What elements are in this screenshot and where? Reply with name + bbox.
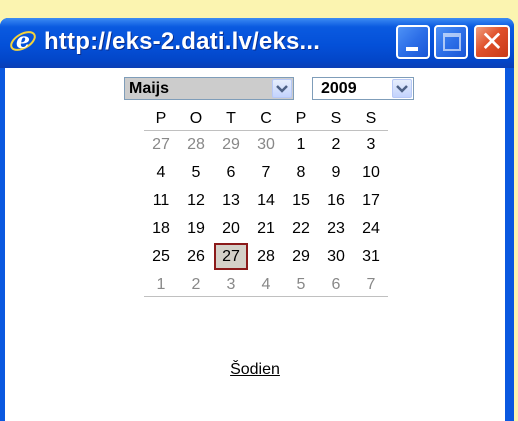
ie-logo-icon: e: [10, 28, 36, 54]
calendar-day[interactable]: 22: [284, 217, 318, 240]
calendar-week-row: 25 26 27 28 29 30 31: [144, 243, 388, 270]
calendar-day[interactable]: 24: [354, 217, 388, 240]
window-title: http://eks-2.dati.lv/eks...: [44, 28, 321, 55]
close-icon: ✕: [480, 25, 504, 58]
calendar-day[interactable]: 13: [214, 189, 248, 212]
calendar-day[interactable]: 26: [179, 245, 213, 268]
chevron-down-icon: [396, 85, 408, 93]
weekday-header: S: [365, 110, 377, 127]
weekday-header-row: P O T C P S S: [144, 107, 388, 130]
calendar-grid: P O T C P S S 27 28 29 30 1 2 3 4 5 6 7 8 9 10 11 12 13 1…: [144, 107, 388, 297]
calendar-day[interactable]: 30: [249, 133, 283, 156]
weekday-header: S: [330, 110, 342, 127]
month-dropdown-button[interactable]: [272, 79, 292, 98]
calendar-day[interactable]: 9: [319, 161, 353, 184]
weekday-header: P: [155, 110, 167, 127]
calendar-day[interactable]: 17: [354, 189, 388, 212]
footer-divider: [144, 296, 388, 297]
calendar-day[interactable]: 29: [214, 133, 248, 156]
calendar-day-today[interactable]: 27: [214, 243, 248, 270]
calendar-day[interactable]: 19: [179, 217, 213, 240]
calendar-day[interactable]: 28: [179, 133, 213, 156]
year-value: 2009: [321, 80, 357, 97]
year-select[interactable]: 2009: [312, 77, 414, 100]
header-divider: [144, 130, 388, 131]
calendar-day[interactable]: 7: [354, 273, 388, 296]
calendar-day[interactable]: 18: [144, 217, 178, 240]
calendar-day[interactable]: 4: [144, 161, 178, 184]
calendar-day[interactable]: 7: [249, 161, 283, 184]
weekday-header: O: [189, 110, 203, 127]
calendar-day[interactable]: 2: [179, 273, 213, 296]
minimize-button[interactable]: [396, 25, 430, 59]
year-dropdown-button[interactable]: [392, 79, 412, 98]
calendar-day[interactable]: 15: [284, 189, 318, 212]
month-value: Maijs: [129, 80, 170, 97]
calendar-day[interactable]: 6: [319, 273, 353, 296]
calendar-day[interactable]: 12: [179, 189, 213, 212]
weekday-header: T: [226, 110, 236, 127]
calendar-day[interactable]: 29: [284, 245, 318, 268]
calendar-week-row: 18 19 20 21 22 23 24: [144, 217, 388, 240]
calendar-week-row: 4 5 6 7 8 9 10: [144, 161, 388, 184]
calendar-day[interactable]: 1: [144, 273, 178, 296]
calendar-day[interactable]: 20: [214, 217, 248, 240]
calendar-day[interactable]: 30: [319, 245, 353, 268]
calendar-week-row: 27 28 29 30 1 2 3: [144, 133, 388, 156]
weekday-header: P: [295, 110, 307, 127]
calendar-day[interactable]: 27: [144, 133, 178, 156]
calendar-day[interactable]: 16: [319, 189, 353, 212]
close-button[interactable]: ✕: [474, 25, 510, 59]
calendar-day[interactable]: 5: [179, 161, 213, 184]
weekday-header: C: [260, 110, 272, 127]
calendar-day[interactable]: 14: [249, 189, 283, 212]
calendar-day[interactable]: 23: [319, 217, 353, 240]
calendar-day[interactable]: 21: [249, 217, 283, 240]
calendar-weeks: 27 28 29 30 1 2 3 4 5 6 7 8 9 10 11 12 13 14 15 16 17 18 19 20 2…: [144, 133, 388, 296]
calendar-day[interactable]: 31: [354, 245, 388, 268]
calendar-week-row: 1234567: [144, 273, 388, 296]
maximize-button[interactable]: [434, 25, 468, 59]
calendar-day[interactable]: 25: [144, 245, 178, 268]
today-link[interactable]: Šodien: [5, 361, 505, 379]
minimize-icon: [406, 47, 418, 51]
calendar-day[interactable]: 11: [144, 189, 178, 212]
calendar-week-row: 11 12 13 14 15 16 17: [144, 189, 388, 212]
title-bar[interactable]: e http://eks-2.dati.lv/eks... ✕: [0, 18, 514, 68]
calendar-day[interactable]: 1: [284, 133, 318, 156]
calendar-day[interactable]: 2: [319, 133, 353, 156]
calendar-day[interactable]: 3: [354, 133, 388, 156]
chevron-down-icon: [276, 85, 288, 93]
calendar-day[interactable]: 8: [284, 161, 318, 184]
calendar-day[interactable]: 6: [214, 161, 248, 184]
calendar-day[interactable]: 3: [214, 273, 248, 296]
calendar-day[interactable]: 28: [249, 245, 283, 268]
calendar-day[interactable]: 4: [249, 273, 283, 296]
calendar-day[interactable]: 10: [354, 161, 388, 184]
svg-text:e: e: [16, 28, 30, 54]
popup-window: e http://eks-2.dati.lv/eks... ✕ Maijs 20…: [0, 18, 514, 421]
maximize-icon: [443, 33, 461, 51]
month-select[interactable]: Maijs: [124, 77, 294, 100]
calendar-day[interactable]: 5: [284, 273, 318, 296]
calendar-content: Maijs 2009 P O T C P S S 27 28 29 30 1 2…: [5, 68, 505, 421]
